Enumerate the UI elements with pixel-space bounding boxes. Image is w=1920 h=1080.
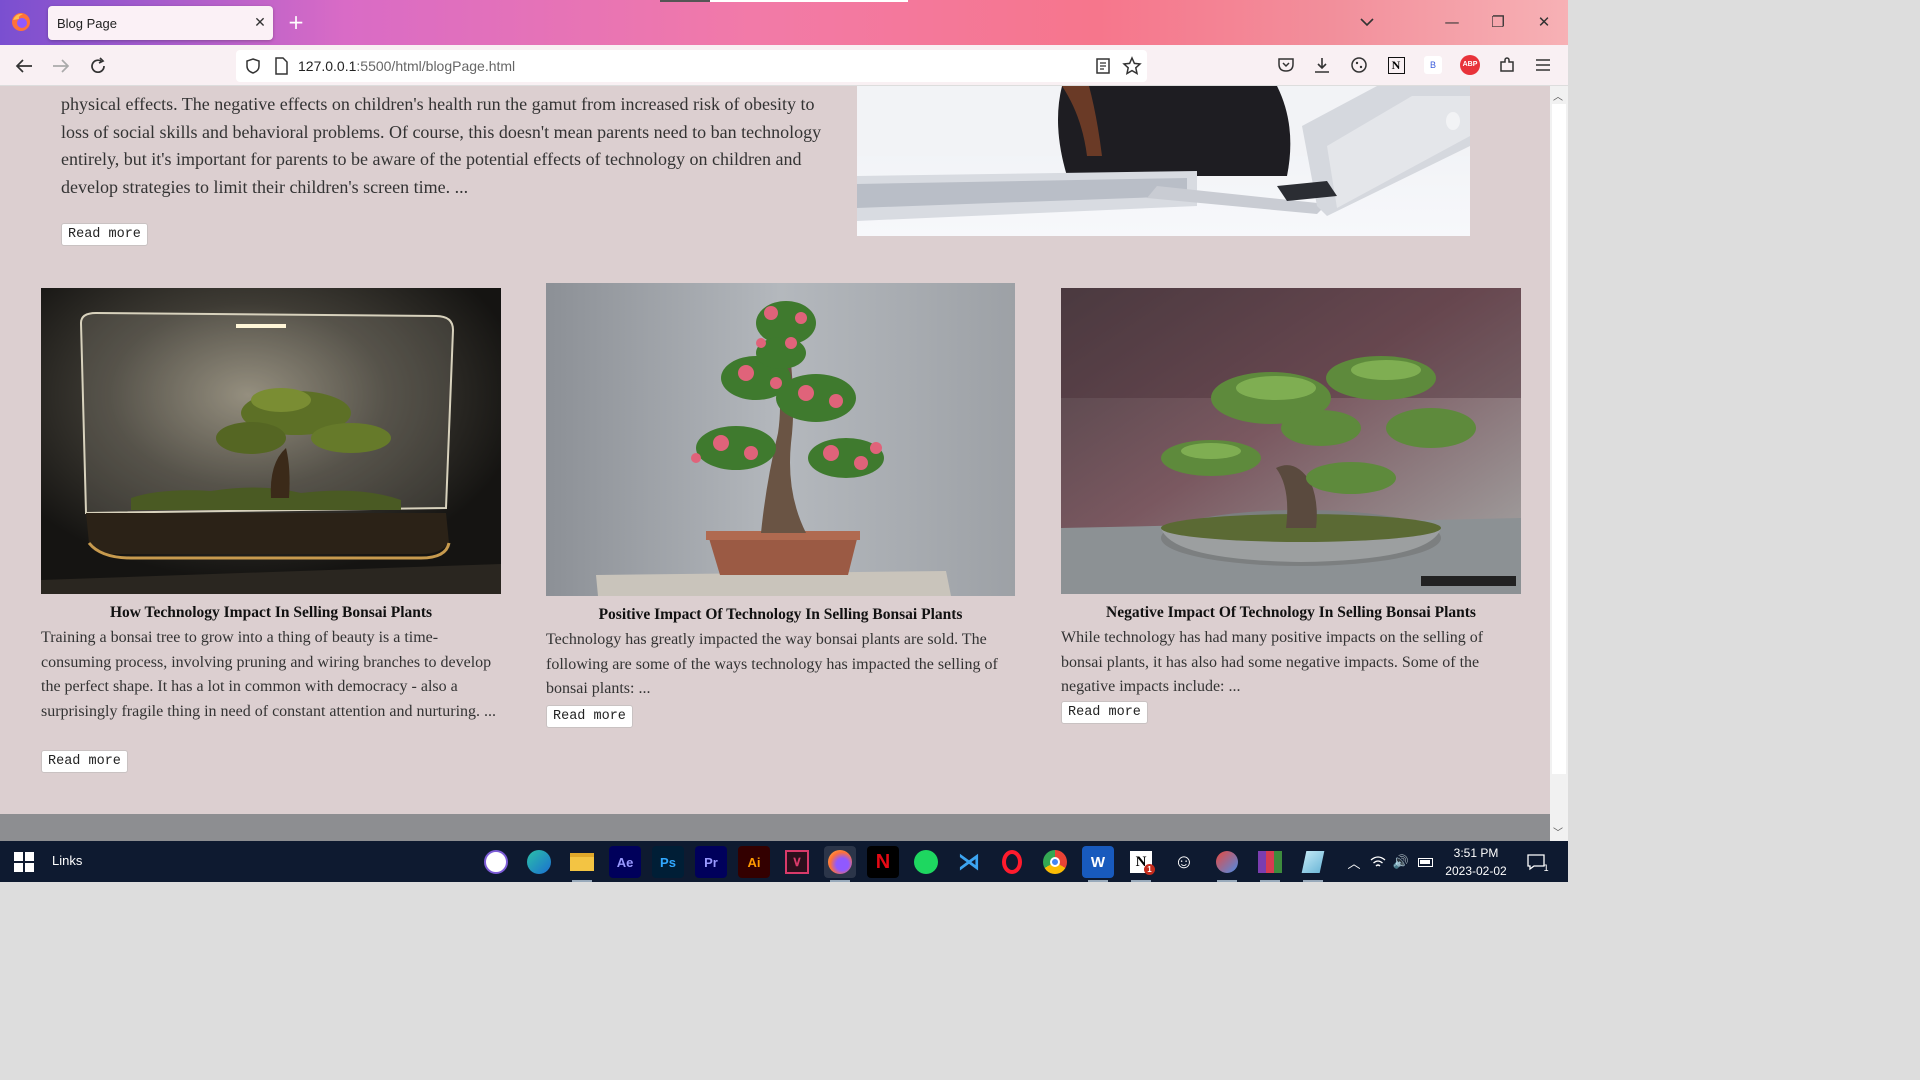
emoji-app-icon[interactable]: ☺ [1168,846,1200,878]
hero-read-more-button[interactable]: Read more [61,223,148,246]
vscode-icon[interactable]: ⋊ [953,846,985,878]
card-3-excerpt: While technology has had many positive i… [1061,629,1484,695]
back-button[interactable] [12,54,36,78]
card-1-excerpt: Training a bonsai tree to grow into a th… [41,629,497,720]
wifi-icon[interactable] [1369,853,1387,871]
blog-page: physical effects. The negative effects o… [0,86,1550,841]
scroll-down-arrow-icon[interactable]: ﹀ [1553,824,1563,839]
notion-icon[interactable]: N 1 [1125,846,1157,882]
edge-icon[interactable] [523,846,555,878]
notification-center-icon[interactable]: 1 [1525,853,1549,874]
cookie-extension-icon[interactable] [1347,53,1371,77]
close-window-button[interactable]: ✕ [1529,10,1559,34]
card-2-image[interactable] [546,283,1015,596]
clock-date: 2023-02-02 [1445,864,1507,878]
card-3-title[interactable]: Negative Impact Of Technology In Selling… [1061,604,1521,622]
extensions-puzzle-icon[interactable] [1495,53,1519,77]
volume-icon[interactable]: 🔊 [1392,853,1410,871]
battery-icon[interactable] [1416,853,1434,871]
after-effects-icon[interactable]: Ae [609,846,641,878]
new-tab-button[interactable]: + [284,10,308,34]
card-2-title[interactable]: Positive Impact Of Technology In Selling… [546,606,1015,624]
card-2-excerpt: Technology has greatly impacted the way … [546,631,998,697]
illustrator-icon[interactable]: Ai [738,846,770,878]
minimize-button[interactable]: — [1437,10,1467,34]
tab-title: Blog Page [57,15,117,31]
pocket-icon[interactable] [1274,53,1298,77]
firefox-icon[interactable] [10,11,32,33]
card-1-image[interactable] [41,288,501,594]
card-3-read-more-button[interactable]: Read more [1061,701,1148,724]
arrow-left-icon [15,59,32,73]
reader-view-icon[interactable] [1095,57,1111,75]
winrar-icon[interactable] [1254,846,1286,882]
reload-icon [91,57,105,74]
url-host: 127.0.0.1 [298,58,357,74]
list-tabs-icon[interactable] [1352,10,1382,34]
notification-count: 1 [1543,864,1549,874]
firefox-taskbar-icon[interactable] [824,846,856,882]
word-icon[interactable]: W [1082,846,1114,882]
footer [0,814,1550,841]
hero-image [857,86,1470,236]
windows-start-icon[interactable] [14,852,34,872]
opera-icon[interactable] [996,846,1028,878]
close-tab-icon[interactable]: ✕ [247,15,273,31]
card-2-read-more-button[interactable]: Read more [546,705,633,728]
hero-excerpt: physical effects. The negative effects o… [61,94,822,197]
app2-icon[interactable] [1297,846,1329,882]
premiere-icon[interactable]: Pr [695,846,727,878]
scrollbar-thumb[interactable] [1552,104,1566,774]
system-clock[interactable]: 3:51 PM 2023-02-02 [1438,844,1514,880]
show-hidden-icons-chevron-icon[interactable]: ︿ [1345,853,1363,872]
links-toolbar-label[interactable]: Links [52,853,82,868]
extension-b-icon[interactable]: B [1421,53,1445,77]
app-icon[interactable] [1211,846,1243,882]
restore-button[interactable]: ❐ [1483,10,1513,34]
tab-scroll-indicator-track [710,0,908,2]
menu-hamburger-icon[interactable] [1531,53,1555,77]
netflix-icon[interactable]: N [867,846,899,878]
tab-scroll-indicator [660,0,710,2]
notion-extension-icon[interactable]: N [1384,53,1408,77]
card-1-title[interactable]: How Technology Impact In Selling Bonsai … [41,604,501,622]
arrow-right-icon [53,59,70,73]
vectr-icon[interactable]: ∨ [781,846,813,878]
url-text[interactable]: 127.0.0.1:5500/html/blogPage.html [298,58,515,74]
url-path: :5500/html/blogPage.html [356,58,516,74]
address-bar[interactable]: 127.0.0.1:5500/html/blogPage.html [236,50,1147,82]
forward-button[interactable] [49,54,73,78]
spotify-icon[interactable] [910,846,942,878]
windows-taskbar: Links Ae Ps Pr Ai ∨ N ⋊ W N 1 ☺ ︿ 🔊 3:51… [0,841,1568,882]
downloads-icon[interactable] [1310,53,1334,77]
card-1-read-more-button[interactable]: Read more [41,750,128,773]
photoshop-icon[interactable]: Ps [652,846,684,878]
adblock-plus-icon[interactable]: ABP [1458,53,1482,77]
bookmark-star-icon[interactable] [1122,56,1142,76]
chrome-icon[interactable] [1039,846,1071,878]
page-icon[interactable] [273,57,289,75]
file-explorer-icon[interactable] [566,846,598,882]
clock-time: 3:51 PM [1453,846,1499,860]
navigation-toolbar: 127.0.0.1:5500/html/blogPage.html N B AB… [0,45,1568,86]
viber-icon[interactable] [480,846,512,878]
shield-icon[interactable] [244,57,262,75]
reload-button[interactable] [86,54,110,78]
browser-tab-bar: Blog Page ✕ + — ❐ ✕ [0,0,1568,45]
card-3-image[interactable] [1061,288,1521,594]
notification-badge: 1 [1144,864,1155,875]
scroll-up-arrow-icon[interactable]: ︿ [1553,88,1563,103]
tab-blog-page[interactable]: Blog Page ✕ [48,6,273,40]
